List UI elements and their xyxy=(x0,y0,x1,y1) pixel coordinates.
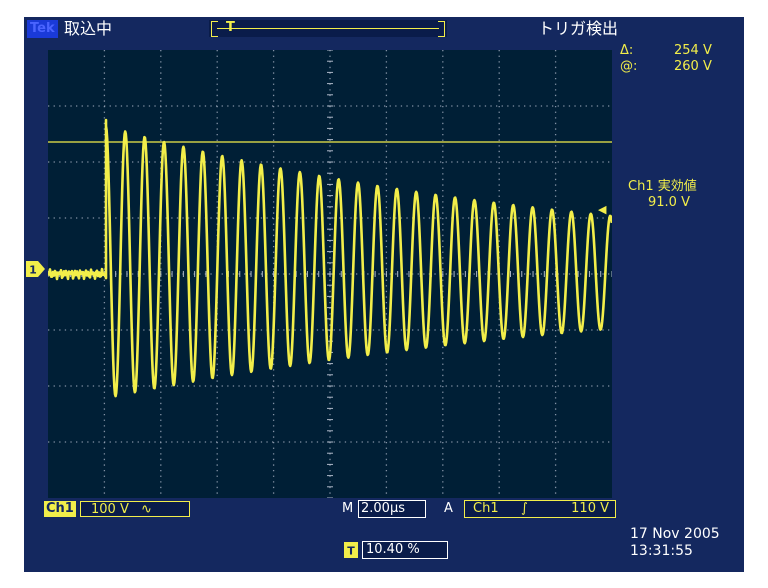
timebase-mode: M xyxy=(342,501,354,516)
trigger-level-arrow-icon: ◀ xyxy=(598,203,607,216)
coupling-icon: ∿ xyxy=(140,502,152,517)
trigger-source: Ch1 xyxy=(473,501,499,516)
record-bracket-left xyxy=(211,21,218,37)
trigger-mode: A xyxy=(444,501,453,516)
date-readout: 17 Nov 2005 xyxy=(630,526,720,542)
trigger-slope-icon: ∫ xyxy=(521,501,528,516)
svg-text:T: T xyxy=(347,545,355,558)
timebase-readout[interactable]: 2.00µs xyxy=(358,500,426,518)
channel1-scale: 100 V xyxy=(91,502,129,517)
record-bracket-right xyxy=(438,21,445,37)
trigger-position-bar[interactable]: T xyxy=(209,20,447,37)
waveform-display[interactable] xyxy=(48,50,612,498)
channel1-ground-marker[interactable]: 1 xyxy=(26,261,46,277)
status-bar: Tek 取込中 T トリガ検出 xyxy=(24,17,744,41)
trigger-position-icon: T xyxy=(226,20,235,35)
channel1-tag[interactable]: Ch1 xyxy=(44,501,76,517)
record-line xyxy=(217,28,439,29)
cursor-delta-label: Δ: xyxy=(620,43,634,58)
cursor-at-label: @: xyxy=(620,59,638,74)
trigger-readout[interactable]: Ch1 ∫ 110 V xyxy=(464,500,616,518)
cursor-delta-value: 254 V xyxy=(674,43,712,58)
channel1-scale-readout[interactable]: 100 V ∿ xyxy=(80,501,190,517)
oscilloscope-screen: Tek 取込中 T トリガ検出 T 1 Δ: 254 V @: 260 V xyxy=(24,17,744,572)
acquisition-status: 取込中 xyxy=(64,19,113,38)
trigger-level: 110 V xyxy=(571,501,609,516)
cursor-at-value: 260 V xyxy=(674,59,712,74)
trigger-state: トリガ検出 xyxy=(538,19,619,38)
trigger-position-readout[interactable]: 10.40 % xyxy=(362,541,448,559)
time-readout: 13:31:55 xyxy=(630,543,693,559)
measurement-value: 91.0 V xyxy=(648,195,690,210)
channel1-marker-label: 1 xyxy=(29,264,37,277)
brand-logo: Tek xyxy=(27,20,58,38)
trigger-position-marker-icon: T xyxy=(344,542,358,558)
graticule xyxy=(48,50,612,498)
measurement-label: Ch1 実効値 xyxy=(628,179,697,194)
